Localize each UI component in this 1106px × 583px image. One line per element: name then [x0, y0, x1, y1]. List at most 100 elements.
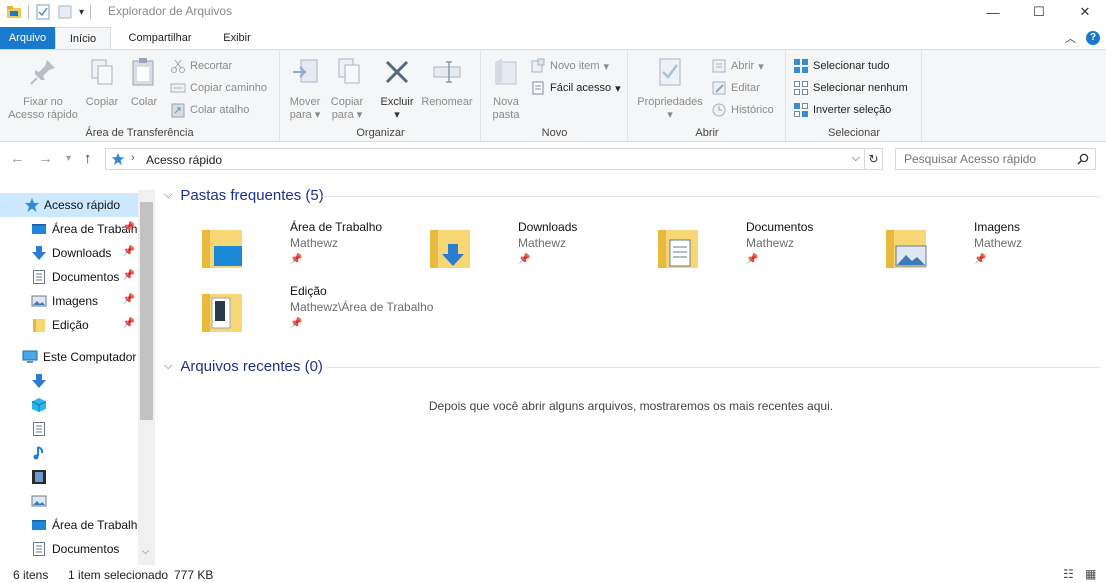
- folder-app-icon: [7, 6, 21, 18]
- folder-tile-pictures[interactable]: Imagens Mathewz 📌: [884, 220, 1104, 280]
- qat-dropdown-icon[interactable]: ▾: [79, 7, 84, 18]
- refresh-icon[interactable]: ↻: [864, 149, 882, 169]
- address-bar[interactable]: › Acesso rápido ⌵ ↻: [105, 148, 883, 170]
- help-icon[interactable]: ?: [1086, 31, 1100, 45]
- copy-to-icon: [338, 58, 360, 84]
- open-group-label: Abrir: [695, 127, 719, 139]
- up-arrow-icon[interactable]: ↑: [84, 150, 92, 167]
- nav-item-label: Edição: [52, 318, 89, 332]
- open-button[interactable]: Abrir ▾: [711, 56, 764, 76]
- nav-scrollbar[interactable]: ⌵: [138, 190, 155, 565]
- minimize-button[interactable]: —: [970, 0, 1016, 24]
- folder-path: Mathewz\Área de Trabalho: [290, 300, 434, 314]
- nav-item-videos[interactable]: [0, 465, 138, 489]
- collapse-chevron-icon[interactable]: ⌵: [164, 189, 172, 202]
- cut-button[interactable]: Recortar: [170, 56, 232, 76]
- pin-quick-access-button[interactable]: Fixar no Acesso rápido: [4, 56, 82, 122]
- nav-item-pc-documents-2[interactable]: Documentos: [0, 537, 138, 561]
- nav-item-downloads[interactable]: Downloads 📌: [0, 241, 138, 265]
- nav-item-pc-documents[interactable]: [0, 417, 138, 441]
- navigation-pane: Acesso rápido Área de Trabalho 📌 Downloa…: [0, 190, 155, 565]
- close-button[interactable]: ✕: [1062, 0, 1106, 24]
- nav-item-label: Este Computador: [43, 350, 137, 364]
- address-dropdown-icon[interactable]: ⌵: [852, 152, 860, 165]
- nav-item-pictures[interactable]: Imagens 📌: [0, 289, 138, 313]
- edicao-folder-icon: [202, 294, 242, 332]
- history-button[interactable]: Histórico: [711, 100, 774, 120]
- folder-tile-edicao[interactable]: Edição Mathewz\Área de Trabalho 📌: [200, 284, 433, 344]
- search-box[interactable]: [895, 148, 1096, 170]
- tab-share[interactable]: Compartilhar: [113, 27, 207, 49]
- breadcrumb[interactable]: Acesso rápido: [146, 153, 222, 167]
- move-to-button[interactable]: Mover para ▾: [285, 56, 325, 122]
- copy-path-button[interactable]: Copiar caminho: [170, 78, 267, 98]
- nav-item-pc-desktop[interactable]: Área de Trabalho: [0, 513, 138, 537]
- folder-tile-desktop[interactable]: Área de Trabalho Mathewz 📌: [200, 220, 420, 280]
- maximize-button[interactable]: ☐: [1016, 0, 1062, 24]
- new-item-button[interactable]: Novo item ▾: [530, 56, 609, 76]
- recent-files-title: Arquivos recentes (0): [180, 358, 323, 375]
- qat-separator-2: [90, 5, 92, 19]
- paste-shortcut-button[interactable]: Colar atalho: [170, 100, 249, 120]
- select-all-button[interactable]: Selecionar tudo: [793, 56, 889, 76]
- nav-item-edicao[interactable]: Edição 📌: [0, 313, 138, 337]
- tab-file[interactable]: Arquivo: [0, 27, 55, 49]
- properties-big-icon: [659, 58, 681, 86]
- collapse-chevron-icon[interactable]: ⌵: [164, 360, 172, 373]
- tab-view[interactable]: Exibir: [209, 27, 265, 49]
- nav-item-pc-downloads[interactable]: [0, 369, 138, 393]
- large-icons-view-icon[interactable]: ▦: [1085, 567, 1096, 581]
- pin-icon: 📌: [122, 318, 135, 329]
- pin-label-1: Fixar no: [23, 96, 63, 108]
- search-input[interactable]: [904, 152, 1069, 166]
- delete-dropdown-icon: ▾: [394, 109, 400, 121]
- new-item-icon: [531, 58, 545, 73]
- properties-icon[interactable]: [35, 4, 51, 20]
- properties-label: Propriedades: [637, 96, 703, 108]
- nav-scrollbar-thumb[interactable]: [140, 202, 153, 420]
- properties-button[interactable]: Propriedades ▾: [633, 56, 707, 122]
- scroll-down-icon[interactable]: ⌵: [142, 546, 149, 557]
- organize-group: Mover para ▾ Copiar para ▾ Excluir ▾ Ren…: [281, 50, 481, 142]
- folder-name: Documentos: [746, 220, 814, 234]
- paste-button[interactable]: Colar: [124, 56, 164, 109]
- new-folder-icon[interactable]: [57, 4, 73, 20]
- nav-item-3d-objects[interactable]: [0, 393, 138, 417]
- invert-selection-icon: [794, 103, 808, 117]
- tab-home[interactable]: Início: [55, 27, 111, 50]
- recent-files-header[interactable]: ⌵ Arquivos recentes (0): [164, 358, 323, 375]
- details-view-icon[interactable]: ☷: [1063, 567, 1074, 581]
- forward-arrow-icon[interactable]: →: [38, 150, 53, 167]
- nav-item-music[interactable]: [0, 441, 138, 465]
- nav-item-this-pc[interactable]: Este Computador: [0, 345, 138, 369]
- back-arrow-icon[interactable]: ←: [10, 150, 25, 167]
- pin-icon: 📌: [518, 254, 531, 265]
- frequent-folders-header[interactable]: ⌵ Pastas frequentes (5): [164, 187, 324, 204]
- ribbon-collapse-icon[interactable]: ︿: [1065, 30, 1076, 46]
- edit-button[interactable]: Editar: [711, 78, 760, 98]
- folder-tile-documents[interactable]: Documentos Mathewz 📌: [656, 220, 876, 280]
- rename-button[interactable]: Renomear: [417, 56, 477, 109]
- ribbon: Fixar no Acesso rápido Copiar Colar Reco…: [0, 49, 1106, 142]
- nav-item-pc-pictures[interactable]: [0, 489, 138, 513]
- copy-button[interactable]: Copiar: [82, 56, 122, 109]
- pin-icon: 📌: [974, 254, 987, 265]
- cut-label: Recortar: [190, 60, 233, 72]
- easy-access-button[interactable]: Fácil acesso ▾: [530, 78, 621, 98]
- clipboard-group: Fixar no Acesso rápido Copiar Colar Reco…: [0, 50, 280, 142]
- download-arrow-icon: [32, 374, 46, 388]
- new-folder-button[interactable]: Nova pasta: [486, 56, 526, 122]
- folder-tile-downloads[interactable]: Downloads Mathewz 📌: [428, 220, 648, 280]
- open-icon: [712, 59, 726, 73]
- search-icon[interactable]: [1077, 153, 1089, 165]
- delete-x-icon: [385, 60, 409, 84]
- copy-to-button[interactable]: Copiar para ▾: [327, 56, 367, 122]
- nav-item-documents[interactable]: Documentos 📌: [0, 265, 138, 289]
- recent-locations-chevron-icon[interactable]: ▾: [66, 153, 71, 164]
- delete-button[interactable]: Excluir ▾: [375, 56, 419, 122]
- invert-selection-button[interactable]: Inverter seleção: [793, 100, 891, 120]
- select-none-button[interactable]: Selecionar nenhum: [793, 78, 908, 98]
- nav-item-quick-access[interactable]: Acesso rápido: [0, 193, 138, 217]
- nav-item-desktop[interactable]: Área de Trabalho 📌: [0, 217, 138, 241]
- folder-icon: [33, 319, 45, 332]
